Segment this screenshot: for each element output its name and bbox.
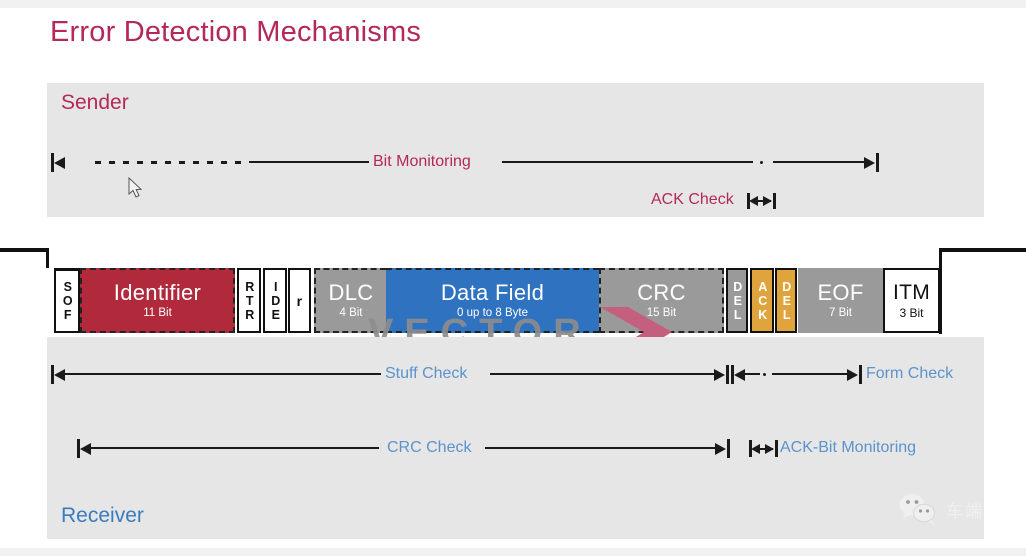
stuff-check-label: Stuff Check bbox=[385, 365, 468, 382]
mouse-cursor bbox=[128, 177, 143, 198]
bottom-strip bbox=[0, 548, 1026, 556]
bit-monitoring-right-cap bbox=[876, 153, 879, 172]
crc-check-right-arrow bbox=[715, 442, 726, 455]
bit-monitoring-line-left bbox=[249, 161, 369, 163]
frame-field-ide: IDE bbox=[263, 268, 287, 333]
crc-name: CRC bbox=[637, 280, 686, 305]
form-check-line-b bbox=[772, 373, 852, 375]
bit-monitoring-dot bbox=[760, 160, 763, 164]
frame-field-eof: EOF 7 Bit bbox=[798, 268, 883, 333]
eof-bits: 7 Bit bbox=[828, 307, 852, 319]
itm-bits: 3 Bit bbox=[899, 306, 924, 320]
stuff-check-line-right bbox=[490, 373, 721, 375]
crc-check-right-cap bbox=[727, 439, 730, 458]
eof-name: EOF bbox=[817, 280, 864, 305]
bit-monitoring-left-arrow bbox=[54, 156, 65, 169]
ack-bit-right-arrow bbox=[765, 443, 774, 454]
ack-check-right-cap bbox=[773, 193, 776, 209]
bus-line-left bbox=[0, 248, 48, 252]
receiver-label: Receiver bbox=[61, 504, 144, 527]
ack-check-right-arrow bbox=[763, 196, 772, 206]
wechat-label: 车端 bbox=[946, 501, 984, 521]
crc-check-left-arrow bbox=[80, 442, 91, 455]
frame-field-itm: ITM 3 Bit bbox=[883, 268, 940, 333]
stuff-check-right-arrow bbox=[714, 368, 725, 381]
form-check-line-a bbox=[745, 373, 760, 375]
frame-field-r: r bbox=[288, 268, 311, 333]
form-check-left-arrow bbox=[734, 368, 745, 381]
form-check-label: Form Check bbox=[866, 365, 954, 382]
data-field-name: Data Field bbox=[440, 280, 545, 305]
crc-check-label: CRC Check bbox=[387, 439, 472, 456]
stuff-check-line-left bbox=[65, 373, 381, 375]
stuff-check-left-arrow bbox=[54, 368, 65, 381]
frame-field-ack-delimiter: DEL bbox=[775, 268, 797, 333]
sender-panel: Sender Bit Monitoring ACK Check bbox=[47, 83, 984, 217]
form-check-right-cap bbox=[859, 365, 862, 384]
bit-monitoring-dotted-left bbox=[91, 161, 249, 164]
stuff-check-right-cap bbox=[726, 365, 729, 384]
dlc-name: DLC bbox=[328, 280, 374, 305]
bit-monitoring-right-arrow bbox=[864, 156, 875, 169]
page-title: Error Detection Mechanisms bbox=[50, 16, 422, 48]
slide-canvas: Error Detection Mechanisms Sender Bit Mo… bbox=[0, 0, 1026, 556]
form-check-dot bbox=[763, 372, 766, 376]
sender-label: Sender bbox=[61, 91, 129, 114]
ack-bit-right-cap bbox=[775, 440, 778, 457]
crc-check-line-left bbox=[91, 447, 379, 449]
bus-step-left bbox=[46, 248, 49, 268]
frame-field-crc-delimiter: DEL bbox=[726, 268, 748, 333]
bus-line-right bbox=[940, 248, 1026, 252]
receiver-panel: Stuff Check Form Check CRC Check ACK-Bit… bbox=[47, 337, 984, 539]
frame-field-identifier: Identifier 11 Bit bbox=[80, 268, 235, 333]
identifier-bits: 11 Bit bbox=[143, 307, 172, 319]
crc-check-line-right bbox=[485, 447, 722, 449]
frame-field-rtr: RTR bbox=[237, 268, 261, 333]
identifier-name: Identifier bbox=[113, 280, 202, 305]
wechat-badge: 车端 bbox=[898, 492, 984, 526]
frame-field-ack: ACK bbox=[750, 268, 774, 333]
itm-name: ITM bbox=[892, 281, 931, 304]
bit-monitoring-line-right bbox=[773, 161, 871, 163]
bit-monitoring-line-mid bbox=[502, 161, 753, 163]
frame-field-sof: SOF bbox=[54, 268, 80, 333]
dlc-bits: 4 Bit bbox=[339, 307, 363, 319]
form-check-right-arrow bbox=[847, 368, 858, 381]
ack-bit-monitoring-label: ACK-Bit Monitoring bbox=[780, 439, 917, 456]
wechat-icon bbox=[899, 494, 935, 525]
bit-monitoring-label: Bit Monitoring bbox=[373, 153, 471, 170]
ack-check-label: ACK Check bbox=[651, 191, 734, 208]
top-strip bbox=[0, 0, 1026, 8]
